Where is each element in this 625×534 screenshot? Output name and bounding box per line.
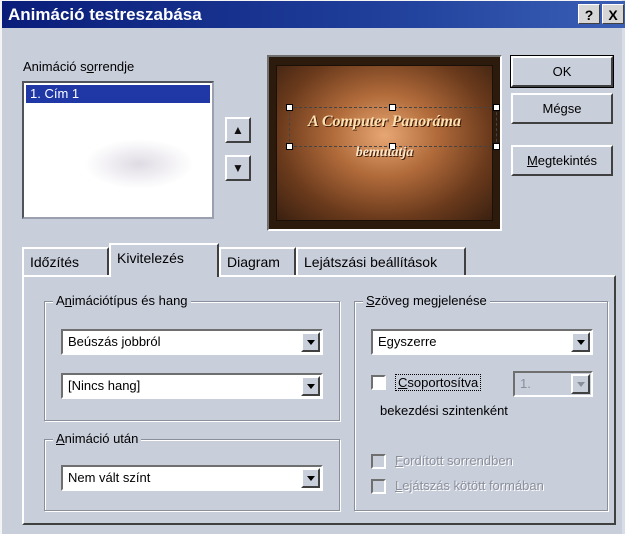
animation-sound-group-label: Animációtípus és hang [53, 293, 191, 308]
text-mode-select[interactable]: Egyszerre [371, 329, 593, 355]
sound-select[interactable]: [Nincs hang] [61, 373, 323, 399]
slide-preview: A Computer Panoráma bemutatja [267, 55, 502, 231]
level-value: 1. [520, 376, 531, 391]
selection-handle [286, 104, 293, 111]
cancel-button[interactable]: Mégse [511, 93, 613, 124]
animation-order-list[interactable]: 1. Cím 1 [22, 81, 214, 219]
selection-handle [493, 104, 500, 111]
text-appearance-group-label: Szöveg megjelenése [363, 293, 490, 308]
grouped-label[interactable]: Csoportosítva [395, 374, 482, 391]
selection-handle [389, 104, 396, 111]
tab-play-settings[interactable]: Lejátszási beállítások [296, 247, 466, 275]
chevron-down-icon[interactable] [301, 468, 320, 488]
animation-order-label: Animáció sorrendje [23, 59, 135, 74]
ok-button[interactable]: OK [510, 55, 614, 88]
animation-sound-group: Animációtípus és hang Beúszás jobbról [N… [44, 293, 340, 421]
arrow-up-icon: ▲ [232, 123, 244, 137]
help-button[interactable]: ? [578, 4, 600, 24]
attached-shape-label: Lejátszás kötött formában [395, 478, 544, 493]
preview-button[interactable]: Megtekintés [511, 145, 613, 176]
chevron-down-icon[interactable] [301, 332, 320, 352]
level-select: 1. [513, 371, 593, 397]
animation-type-value: Beúszás jobbról [68, 334, 161, 349]
arrow-down-icon: ▼ [232, 161, 244, 175]
grouped-sub-label: bekezdési szintenként [380, 403, 508, 418]
effects-panel: Animációtípus és hang Beúszás jobbról [N… [22, 275, 616, 525]
move-up-button[interactable]: ▲ [225, 117, 251, 143]
window-title: Animáció testreszabása [8, 5, 202, 24]
list-item[interactable]: 1. Cím 1 [26, 85, 210, 103]
reverse-order-checkbox [371, 454, 386, 469]
after-animation-select[interactable]: Nem vált színt [61, 465, 323, 491]
title-bar[interactable]: Animáció testreszabása ? X [2, 1, 625, 28]
preview-subtitle-text: bemutatja [355, 145, 414, 160]
after-animation-value: Nem vált színt [68, 470, 151, 485]
tab-effects[interactable]: Kivitelezés [109, 243, 219, 277]
preview-title-text: A Computer Panoráma [308, 113, 461, 130]
chevron-down-icon[interactable] [571, 332, 590, 352]
animation-dialog: Animáció testreszabása ? X Animáció sorr… [0, 0, 625, 534]
after-animation-group-label: Animáció után [53, 431, 142, 446]
preview-screen [276, 65, 500, 221]
grouped-checkbox[interactable] [371, 375, 386, 390]
chevron-down-icon[interactable] [301, 376, 320, 396]
animation-type-select[interactable]: Beúszás jobbról [61, 329, 323, 355]
move-down-button[interactable]: ▼ [225, 155, 251, 181]
tab-chart[interactable]: Diagram [219, 247, 296, 275]
chevron-down-icon [571, 374, 590, 394]
tab-timing[interactable]: Időzítés [22, 247, 109, 275]
text-appearance-group: Szöveg megjelenése Egyszerre Csoportosít… [354, 293, 608, 511]
attached-shape-checkbox [371, 479, 386, 494]
reverse-order-label: Fordított sorrendben [395, 453, 513, 468]
text-mode-value: Egyszerre [378, 334, 437, 349]
close-button[interactable]: X [602, 4, 624, 24]
list-background-ghost [84, 139, 194, 189]
after-animation-group: Animáció után Nem vált színt [44, 431, 340, 511]
sound-value: [Nincs hang] [68, 378, 141, 393]
